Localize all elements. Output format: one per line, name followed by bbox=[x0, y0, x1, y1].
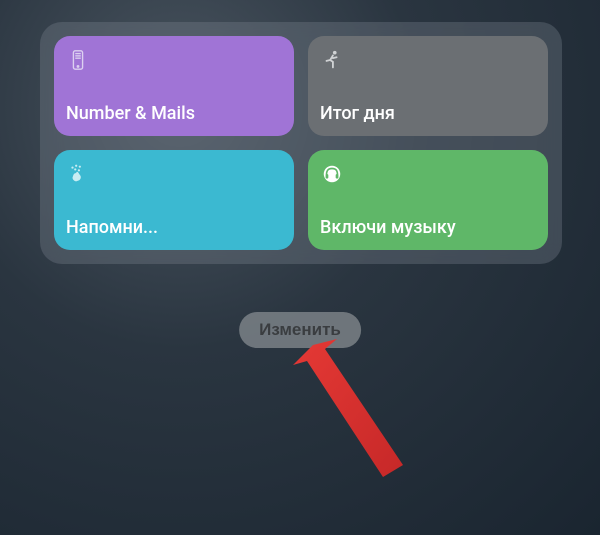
running-icon bbox=[320, 48, 344, 72]
headphones-icon bbox=[320, 162, 344, 186]
shortcut-label: Напомни... bbox=[66, 217, 282, 238]
shortcut-number-mails[interactable]: Number & Mails bbox=[54, 36, 294, 136]
shortcut-day-summary[interactable]: Итог дня bbox=[308, 36, 548, 136]
edit-button[interactable]: Изменить bbox=[239, 312, 361, 348]
shortcut-label: Number & Mails bbox=[66, 103, 282, 124]
edit-button-label: Изменить bbox=[259, 320, 341, 339]
phone-icon bbox=[66, 48, 90, 72]
shortcut-play-music[interactable]: Включи музыку bbox=[308, 150, 548, 250]
shortcuts-widget-panel: Number & Mails Итог дня Напомни... bbox=[40, 22, 562, 264]
tap-icon bbox=[66, 162, 90, 186]
shortcut-label: Включи музыку bbox=[320, 217, 536, 238]
annotation-arrow-icon bbox=[288, 332, 448, 512]
shortcut-label: Итог дня bbox=[320, 103, 536, 124]
shortcut-remind[interactable]: Напомни... bbox=[54, 150, 294, 250]
